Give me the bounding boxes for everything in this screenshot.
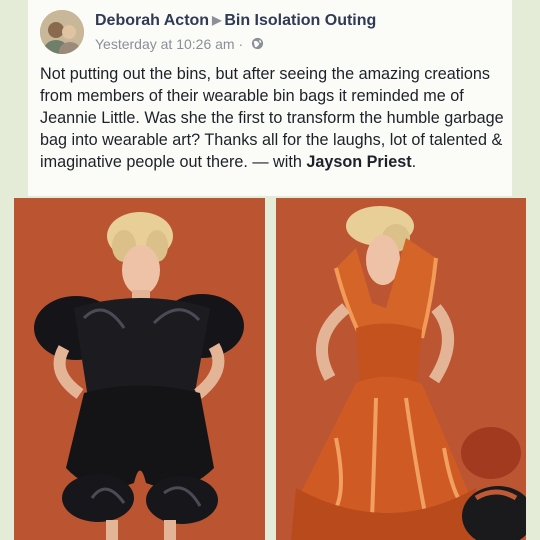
meta-separator: · bbox=[238, 36, 244, 52]
author-name[interactable]: Deborah Acton bbox=[95, 12, 209, 29]
globe-icon bbox=[251, 37, 264, 53]
post-text: Not putting out the bins, but after seei… bbox=[40, 65, 504, 171]
post-meta: Yesterday at 10:26 am · bbox=[95, 36, 264, 53]
post-header: Deborah Acton ▶ Bin Isolation Outing bbox=[95, 12, 376, 30]
photo-left[interactable] bbox=[14, 198, 265, 540]
triangle-right-icon: ▶ bbox=[212, 13, 222, 27]
post-timestamp[interactable]: Yesterday at 10:26 am bbox=[95, 36, 235, 52]
photo-right[interactable] bbox=[276, 198, 526, 540]
group-name[interactable]: Bin Isolation Outing bbox=[224, 12, 376, 29]
author-avatar[interactable] bbox=[40, 10, 84, 54]
tagged-person[interactable]: Jayson Priest bbox=[306, 153, 411, 171]
photo-grid bbox=[14, 198, 526, 540]
post-body: Not putting out the bins, but after seei… bbox=[40, 63, 504, 173]
post-card: Deborah Acton ▶ Bin Isolation Outing Yeste… bbox=[28, 0, 512, 196]
post-text-end: . bbox=[411, 153, 417, 171]
